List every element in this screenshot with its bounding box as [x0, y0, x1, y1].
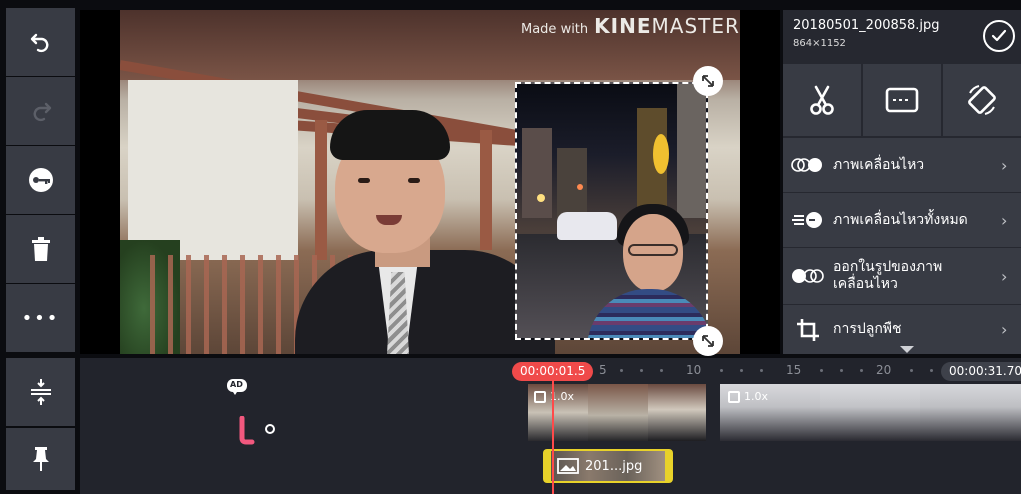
undo-button[interactable]: [6, 8, 75, 76]
image-layer-clip[interactable]: 201...jpg: [543, 449, 673, 483]
scroll-more-indicator[interactable]: [900, 346, 914, 353]
out-animation-icon: [792, 269, 824, 283]
pin-icon: [32, 447, 49, 471]
done-button[interactable]: [983, 20, 1015, 52]
caption-button[interactable]: [863, 64, 941, 136]
playhead[interactable]: [552, 380, 554, 494]
clip-speed: 1.0x: [728, 390, 768, 403]
in-animation-icon: [791, 158, 822, 172]
ruler-label: 10: [686, 363, 702, 377]
in-animation-menu-item[interactable]: ภาพเคลื่อนไหว ›: [783, 138, 1021, 192]
file-name: 20180501_200858.jpg: [793, 18, 940, 33]
check-icon: [991, 29, 1007, 42]
chevron-right-icon: ›: [1001, 155, 1008, 175]
voice-record-icon[interactable]: [236, 415, 276, 450]
resize-handle[interactable]: [693, 326, 723, 356]
ruler-label: 5: [599, 363, 607, 377]
chevron-right-icon: ›: [1001, 210, 1008, 230]
pin-button[interactable]: [6, 428, 75, 490]
redo-button[interactable]: [6, 77, 75, 145]
rotate-icon: [968, 85, 996, 115]
overlay-building: [557, 148, 587, 218]
video-clip[interactable]: 1.0x: [528, 384, 706, 441]
playhead-time: 00:00:01.5: [512, 362, 594, 381]
expand-vertical-icon: [30, 379, 51, 405]
overlay-light: [537, 194, 545, 202]
rotate-arrow-icon: [702, 75, 714, 87]
video-clip[interactable]: 1.0x: [720, 384, 1021, 441]
keyframe-button[interactable]: [6, 146, 75, 214]
audio-badge: AD: [226, 378, 248, 400]
layer-options-panel: 20180501_200858.jpg 864×1152 ภาพเคลื่อนไ…: [783, 10, 1021, 354]
more-icon: •••: [21, 307, 60, 329]
delete-button[interactable]: [6, 215, 75, 283]
key-icon: [28, 168, 53, 192]
caption-icon: [885, 87, 919, 113]
chevron-right-icon: ›: [1001, 320, 1008, 339]
overlay-sign-light: [653, 134, 669, 174]
undo-icon: [30, 33, 48, 53]
overlay-building: [677, 84, 706, 218]
ruler-label: 20: [876, 363, 892, 377]
file-resolution: 864×1152: [793, 38, 846, 49]
image-icon: [557, 458, 579, 474]
overall-animation-menu-item[interactable]: ภาพเคลื่อนไหวทั้งหมด ›: [783, 193, 1021, 247]
out-animation-menu-item[interactable]: ออกในรูปของภาพ เคลื่อนไหว ›: [783, 248, 1021, 304]
person-hair: [330, 110, 450, 160]
building-wall: [128, 80, 298, 260]
total-duration: 00:00:31.70: [941, 362, 1021, 381]
crop-icon: [797, 318, 819, 341]
person-eye: [358, 178, 370, 183]
more-button[interactable]: •••: [6, 284, 75, 352]
overlay-person-glasses: [628, 244, 678, 256]
pillar: [480, 130, 492, 250]
rotate-handle[interactable]: [693, 66, 723, 96]
pillar: [315, 120, 327, 260]
person-eye: [408, 178, 420, 183]
overlay-light: [577, 184, 583, 190]
rotate-button[interactable]: [943, 64, 1021, 136]
overlay-car: [557, 212, 617, 240]
clip-speed: 1.0x: [534, 390, 574, 403]
overall-animation-icon: [792, 212, 822, 228]
kinemaster-watermark: Made with KINEMASTER: [521, 14, 740, 38]
scissors-icon: [810, 85, 834, 115]
ruler-label: 15: [786, 363, 802, 377]
left-toolbar: •••: [6, 8, 75, 490]
chevron-right-icon: ›: [1001, 266, 1008, 286]
tool-row: [783, 64, 1021, 136]
split-button[interactable]: [783, 64, 861, 136]
timeline-expand-button[interactable]: [6, 358, 75, 426]
clip-type-icon: [534, 390, 546, 403]
clip-type-icon: [728, 390, 740, 403]
overlay-building: [522, 128, 552, 218]
redo-icon: [33, 102, 51, 122]
timeline[interactable]: 5 10 15 20 00:00:01.5 00:00:31.70 1.0x 1…: [80, 358, 1021, 494]
panel-header: 20180501_200858.jpg 864×1152: [783, 10, 1021, 62]
resize-arrow-icon: [702, 335, 714, 347]
trash-icon: [31, 237, 50, 261]
overlay-image-layer[interactable]: [515, 82, 708, 340]
